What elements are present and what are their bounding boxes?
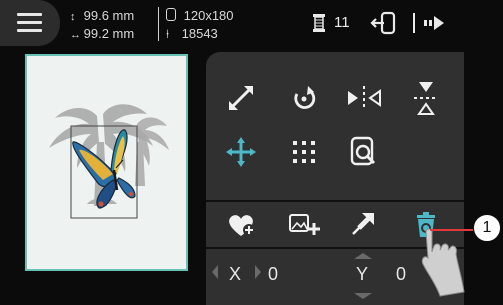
pointing-hand-icon — [421, 228, 465, 297]
top-bar: ↕ 99.6 mm ↔ 99.2 mm 120x180 ⍿ 18543 11 — [0, 0, 503, 48]
height-arrow-icon: ↕ — [70, 11, 76, 23]
add-pattern-button[interactable] — [276, 203, 332, 247]
y-increase-arrow[interactable] — [354, 253, 372, 259]
flip-horizontal-button[interactable] — [336, 70, 392, 126]
x-value: 0 — [268, 264, 279, 284]
y-decrease-arrow[interactable] — [354, 293, 372, 299]
resize-button[interactable] — [213, 70, 269, 126]
move-icon — [226, 137, 256, 167]
rotate-icon — [294, 86, 316, 109]
hoop-size-row: 120x180 — [166, 7, 234, 25]
rotate-button[interactable] — [276, 70, 332, 126]
stitch-count-row: ⍿ 18543 — [166, 25, 218, 43]
info-separator — [158, 7, 159, 41]
x-label: X — [229, 264, 242, 284]
hoop-exit-icon — [370, 11, 396, 35]
heart-add-icon — [229, 215, 255, 236]
menu-icon-bar — [17, 21, 42, 24]
add-pattern-icon — [289, 214, 320, 235]
stitch-grid-icon — [293, 141, 315, 163]
thread-count-value: 11 — [334, 14, 350, 31]
menu-icon — [17, 13, 42, 16]
width-arrow-icon: ↔ — [70, 29, 81, 41]
embroidery-pattern — [49, 104, 169, 219]
flip-horizontal-icon — [348, 86, 381, 110]
move-button[interactable] — [213, 124, 269, 180]
pin-icon — [352, 213, 374, 235]
width-value: 99.2 mm — [83, 26, 135, 41]
design-info: ↕ 99.6 mm ↔ 99.2 mm 120x180 ⍿ 18543 — [70, 3, 290, 43]
menu-icon-bar — [17, 29, 42, 32]
height-value: 99.6 mm — [83, 8, 135, 23]
x-decrease-arrow[interactable] — [212, 265, 218, 279]
spool-icon — [313, 14, 325, 32]
palm-tree-right — [135, 117, 169, 186]
y-value: 0 — [396, 264, 407, 284]
hoop-preview[interactable] — [25, 54, 188, 271]
stitch-grid-button[interactable] — [276, 124, 332, 180]
next-button[interactable] — [418, 0, 458, 46]
callout-marker: 1 — [473, 214, 501, 242]
butterfly-pattern — [72, 129, 136, 209]
thread-count: 11 — [312, 0, 362, 46]
y-label: Y — [356, 264, 369, 284]
add-favorite-button[interactable] — [213, 203, 269, 247]
menu-button[interactable] — [0, 0, 60, 46]
callout-line — [430, 229, 473, 231]
hoop-zoom-icon — [350, 136, 376, 166]
width-row: ↔ 99.2 mm — [70, 25, 134, 43]
topbar-separator — [413, 13, 415, 33]
panel-divider — [206, 200, 464, 202]
hoop-icon — [166, 8, 176, 21]
hoop-exit-button[interactable] — [366, 0, 410, 46]
resize-icon — [229, 86, 253, 110]
hoop-size-value: 120x180 — [183, 8, 234, 23]
hoop-zoom-button[interactable] — [336, 124, 392, 180]
needle-icon: ⍿ — [166, 27, 170, 41]
next-arrow-icon — [424, 16, 444, 30]
height-row: ↕ 99.6 mm — [70, 7, 134, 25]
flip-vertical-button[interactable] — [398, 70, 454, 126]
x-increase-arrow[interactable] — [255, 265, 261, 279]
flip-vertical-icon — [414, 82, 438, 115]
pin-button[interactable] — [336, 203, 392, 247]
stitch-count-value: 18543 — [181, 26, 218, 41]
